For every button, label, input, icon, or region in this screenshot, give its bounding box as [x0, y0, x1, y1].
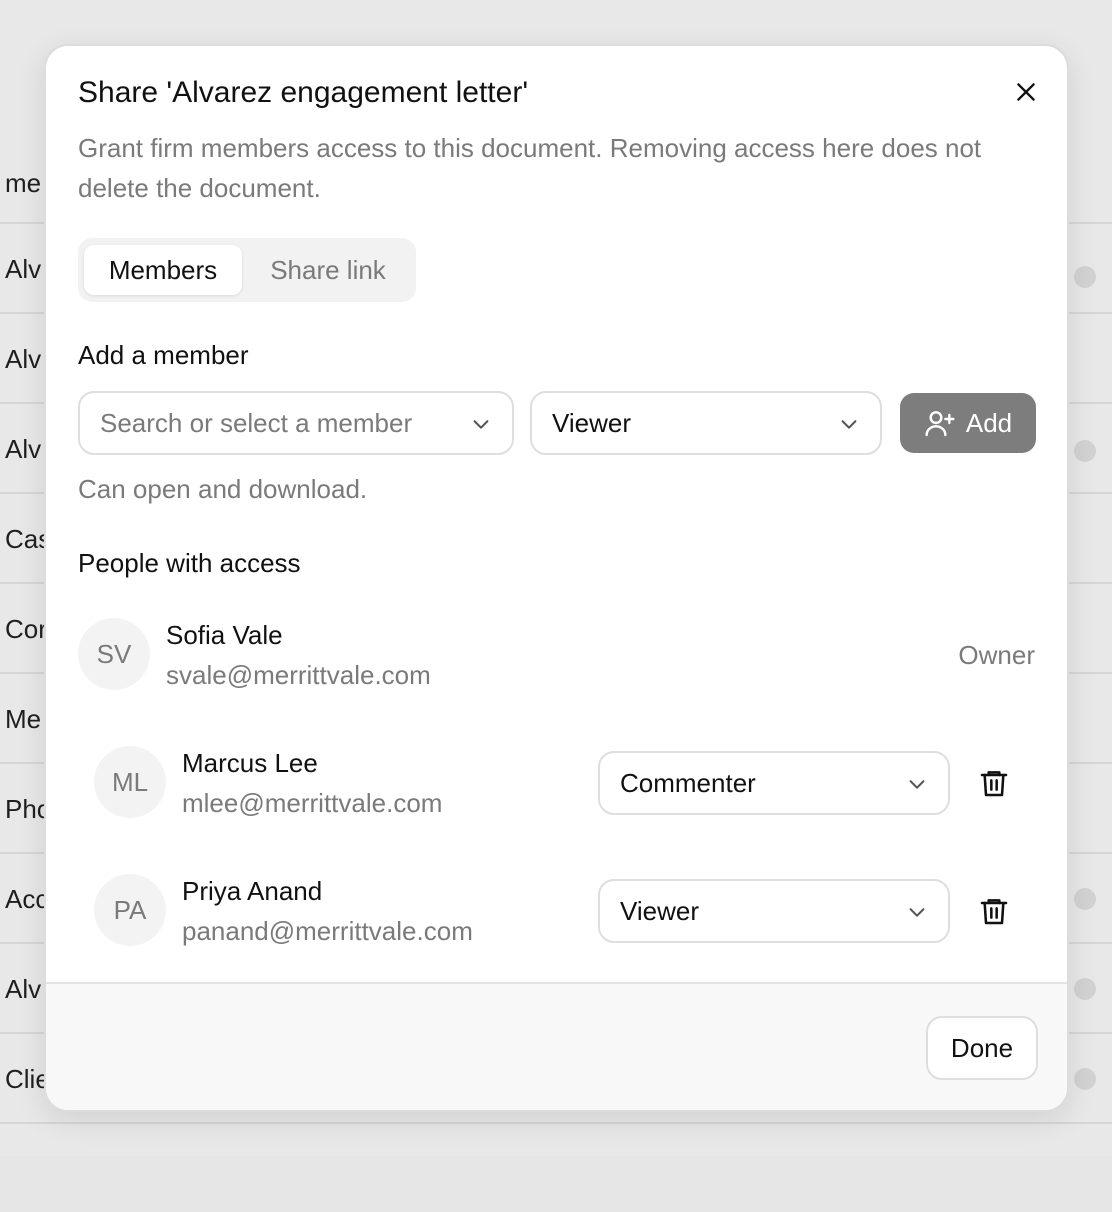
trash-icon: [980, 899, 1008, 925]
avatar: ML: [94, 746, 166, 818]
add-button-label: Add: [965, 407, 1013, 438]
dialog-title: Share 'Alvarez engagement letter': [78, 76, 529, 109]
member-role-select[interactable]: Viewer: [598, 879, 950, 943]
member-role-select[interactable]: Commenter: [598, 751, 950, 815]
dialog-footer: [46, 982, 1067, 1110]
member-role-value: Viewer: [620, 895, 700, 926]
bg-row-text: Alv: [5, 344, 42, 374]
person-email: panand@merrittvale.com: [182, 916, 473, 946]
chevron-down-icon: [909, 780, 925, 789]
role-hint: Can open and download.: [78, 474, 368, 504]
done-button[interactable]: Done: [926, 1016, 1038, 1080]
tab-bar: Members Share link: [78, 238, 416, 302]
bg-row-text: me: [5, 168, 42, 198]
bg-row-text: Alv: [5, 974, 42, 1004]
share-dialog: Share 'Alvarez engagement letter' Grant …: [44, 44, 1069, 1112]
bg-row-text: Cor: [5, 614, 47, 644]
bg-row-text: Acc: [5, 884, 49, 914]
tab-members[interactable]: Members: [84, 245, 242, 295]
chevron-down-icon: [473, 420, 489, 429]
bg-row-text: Alv: [5, 434, 42, 464]
role-select-value: Viewer: [552, 407, 632, 438]
bg-dot: [1074, 978, 1096, 1000]
remove-member-button[interactable]: [976, 765, 1012, 801]
bg-dot: [1074, 888, 1096, 910]
person-email: mlee@merrittvale.com: [182, 788, 443, 818]
trash-icon: [980, 771, 1008, 797]
people-with-access-label: People with access: [78, 548, 301, 578]
person-name: Priya Anand: [182, 876, 323, 906]
person-name: Marcus Lee: [182, 748, 318, 778]
bg-row: [0, 1122, 1112, 1212]
person-email: svale@merrittvale.com: [166, 660, 431, 690]
chevron-down-icon: [841, 420, 857, 429]
bg-row-text: Alv: [5, 254, 42, 284]
dialog-description: Grant firm members access to this docume…: [78, 133, 982, 203]
owner-role-label: Owner: [958, 640, 1035, 670]
role-select[interactable]: Viewer: [530, 391, 882, 455]
avatar: SV: [78, 618, 150, 690]
member-role-value: Commenter: [620, 767, 756, 798]
member-search-select[interactable]: Search or select a member: [78, 391, 514, 455]
bg-dot: [1074, 440, 1096, 462]
bg-dot: [1074, 266, 1096, 288]
person-name: Sofia Vale: [166, 620, 283, 650]
remove-member-button[interactable]: [976, 893, 1012, 929]
close-icon: [1017, 83, 1035, 101]
add-member-button[interactable]: Add: [900, 393, 1036, 453]
bg-row-text: Me: [5, 704, 42, 734]
tab-share-link[interactable]: Share link: [248, 245, 408, 295]
add-member-label: Add a member: [78, 340, 249, 370]
member-select-placeholder: Search or select a member: [100, 407, 413, 438]
close-button[interactable]: [1008, 74, 1044, 110]
chevron-down-icon: [909, 908, 925, 917]
bg-dot: [1074, 1068, 1096, 1090]
avatar: PA: [94, 874, 166, 946]
user-plus-icon: [925, 411, 955, 437]
